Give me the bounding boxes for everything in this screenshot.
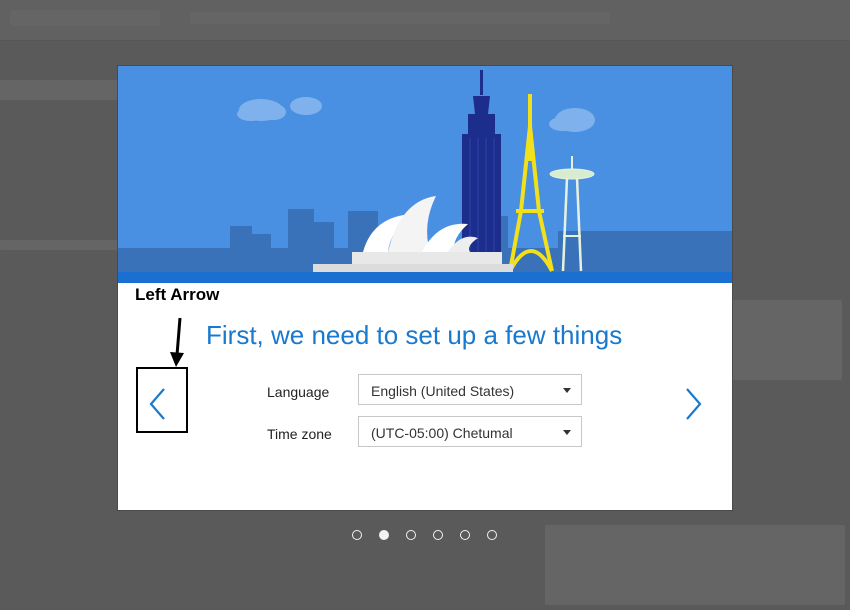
chevron-right-icon	[686, 388, 702, 420]
timezone-label: Time zone	[267, 426, 332, 442]
hero-illustration	[118, 66, 732, 283]
pagination-dot-2[interactable]	[379, 530, 389, 540]
language-label: Language	[267, 384, 330, 400]
pagination-dot-5[interactable]	[460, 530, 470, 540]
language-select-value: English (United States)	[371, 383, 515, 399]
pagination-dot-1[interactable]	[352, 530, 362, 540]
language-select[interactable]: English (United States)	[358, 374, 582, 405]
city-skyline-illustration	[118, 66, 732, 283]
pagination-dot-3[interactable]	[406, 530, 416, 540]
caret-down-icon	[563, 430, 571, 435]
next-button[interactable]	[679, 384, 707, 424]
pagination-dot-4[interactable]	[433, 530, 443, 540]
annotation-label: Left Arrow	[135, 285, 220, 304]
timezone-select-value: (UTC-05:00) Chetumal	[371, 425, 513, 441]
timezone-select[interactable]: (UTC-05:00) Chetumal	[358, 416, 582, 447]
pagination-dot-6[interactable]	[487, 530, 497, 540]
dialog-title: First, we need to set up a few things	[206, 320, 623, 350]
caret-down-icon	[563, 388, 571, 393]
annotation-highlight-box	[136, 367, 188, 433]
